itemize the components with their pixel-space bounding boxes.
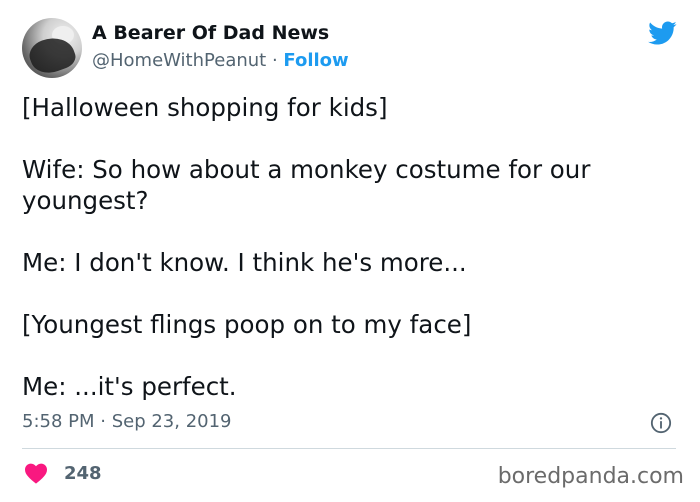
tweet-line: Me: ...it's perfect. <box>22 372 237 401</box>
heart-icon <box>25 463 47 484</box>
tweet-text: [Halloween shopping for kids] Wife: So h… <box>22 92 662 433</box>
twitter-bird-icon[interactable] <box>645 18 679 48</box>
tweet-timestamp[interactable]: 5:58 PM · Sep 23, 2019 <box>22 411 232 432</box>
watermark: boredpanda.com <box>497 464 684 489</box>
author-name[interactable]: A Bearer Of Dad News <box>92 22 329 44</box>
info-icon[interactable] <box>650 412 672 434</box>
follow-button[interactable]: Follow <box>283 50 348 71</box>
like-button[interactable]: 248 <box>24 460 102 486</box>
author-handle[interactable]: @HomeWithPeanut <box>92 50 266 71</box>
tweet-line: [Halloween shopping for kids] <box>22 93 388 122</box>
avatar[interactable] <box>22 18 82 78</box>
divider <box>22 448 676 449</box>
author-handle-line: @HomeWithPeanut · Follow <box>92 50 349 71</box>
handle-separator: · <box>266 50 284 71</box>
tweet-line: [Youngest flings poop on to my face] <box>22 310 472 339</box>
like-count: 248 <box>64 462 102 484</box>
tweet-line: Me: I don't know. I think he's more... <box>22 248 467 277</box>
tweet-line: Wife: So how about a monkey costume for … <box>22 155 591 215</box>
